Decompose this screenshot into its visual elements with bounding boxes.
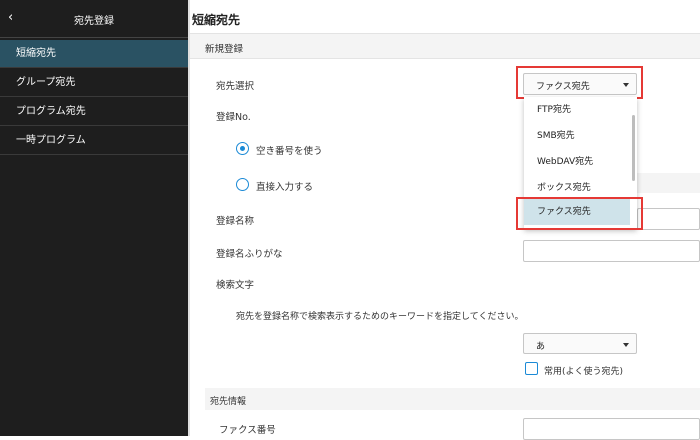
dropdown-scrollbar[interactable] (632, 115, 635, 181)
search-label: 検索文字 (216, 280, 255, 291)
sidebar-item-speed-dial[interactable]: 短縮宛先 (0, 40, 188, 68)
radio-auto-number[interactable] (236, 142, 249, 155)
highlight-box (516, 66, 643, 99)
sidebar-item-label: 短縮宛先 (16, 48, 56, 59)
section-title: 新規登録 (205, 44, 244, 55)
reg-no-label: 登録No. (216, 112, 251, 123)
common-checkbox[interactable] (525, 362, 538, 375)
radio-direct-input[interactable] (236, 178, 249, 191)
page-title: 短縮宛先 (192, 13, 241, 27)
radio-auto-label: 空き番号を使う (256, 146, 323, 157)
search-select[interactable]: あ (523, 333, 637, 354)
dropdown-option-ftp[interactable]: FTP宛先 (524, 97, 630, 123)
sidebar-divider (188, 0, 190, 436)
reg-kana-input[interactable] (523, 240, 700, 262)
search-select-value: あ (536, 342, 546, 352)
sidebar-item-label: プログラム宛先 (16, 106, 86, 117)
sidebar-item-temp-program[interactable]: 一時プログラム (0, 127, 188, 155)
dropdown-option-webdav[interactable]: WebDAV宛先 (524, 149, 630, 175)
radio-direct-label: 直接入力する (256, 182, 314, 193)
reg-name-input[interactable] (637, 208, 700, 230)
fax-no-input[interactable] (523, 418, 700, 440)
highlight-box (516, 197, 643, 230)
sidebar-item-program[interactable]: プログラム宛先 (0, 98, 188, 126)
reg-name-label: 登録名称 (216, 216, 255, 227)
search-hint: 宛先を登録名称で検索表示するためのキーワードを指定してください。 (236, 312, 524, 322)
dest-info-header (205, 388, 700, 410)
common-label: 常用(よく使う宛先) (544, 367, 624, 377)
radio-dot (239, 145, 245, 151)
dest-select-label: 宛先選択 (216, 81, 255, 92)
sidebar-item-group[interactable]: グループ宛先 (0, 69, 188, 97)
reg-kana-label: 登録名ふりがな (216, 249, 283, 260)
sidebar-item-label: 一時プログラム (16, 135, 86, 146)
dropdown-option-smb[interactable]: SMB宛先 (524, 123, 630, 149)
section-header (190, 34, 700, 59)
dest-info-title: 宛先情報 (210, 397, 247, 407)
chevron-down-icon (623, 343, 629, 347)
sidebar-title: 宛先登録 (74, 16, 114, 27)
fax-no-label: ファクス番号 (219, 425, 276, 436)
sidebar-item-label: グループ宛先 (16, 77, 76, 88)
row-band (637, 173, 700, 193)
